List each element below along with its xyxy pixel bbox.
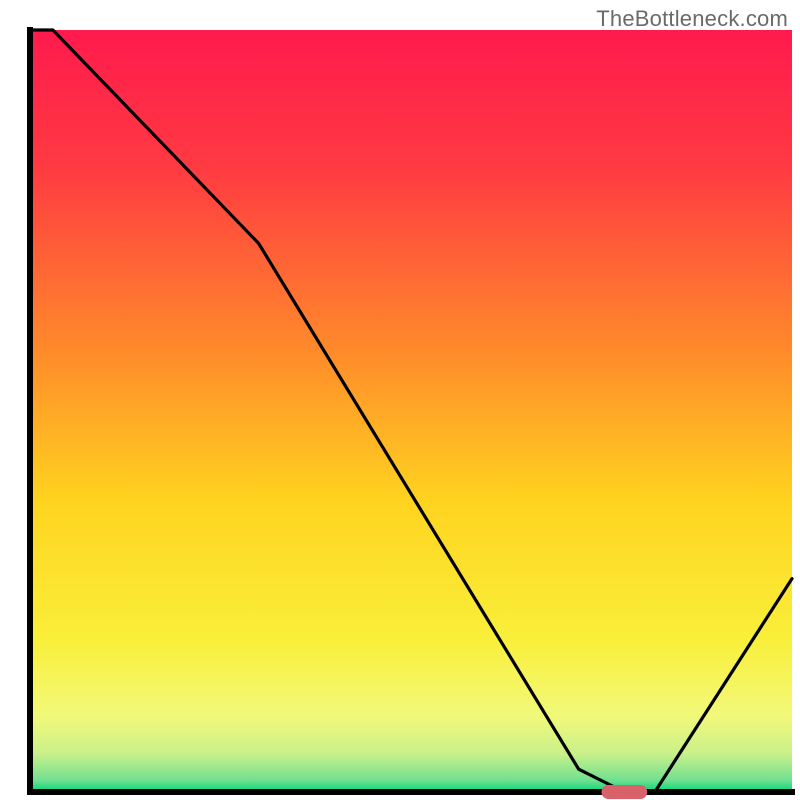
optimal-marker [602, 785, 648, 799]
bottleneck-chart [0, 0, 800, 800]
chart-container: TheBottleneck.com [0, 0, 800, 800]
plot-background [30, 30, 792, 792]
